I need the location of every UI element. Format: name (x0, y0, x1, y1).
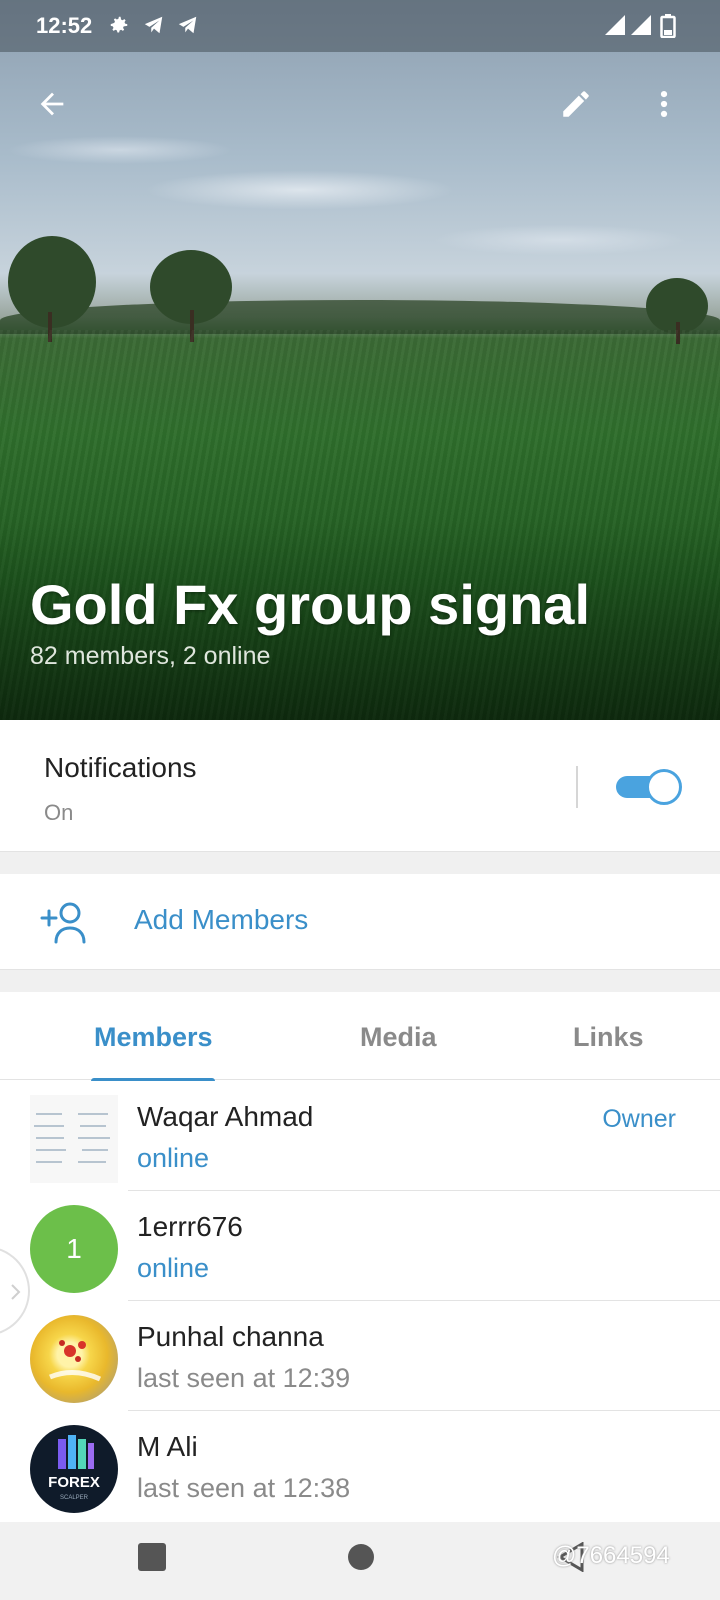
recent-apps-button[interactable] (137, 1542, 167, 1577)
home-button[interactable] (346, 1542, 376, 1577)
status-bar: 12:52 (0, 0, 720, 52)
section-divider (0, 852, 720, 874)
square-icon (138, 1543, 166, 1571)
member-row[interactable]: 1 1errr676 online (0, 1191, 720, 1301)
section-divider (0, 970, 720, 992)
member-name: M Ali (137, 1431, 198, 1462)
member-name: 1errr676 (137, 1211, 243, 1242)
member-row[interactable]: FOREX SCALPER M Ali last seen at 12:38 (0, 1411, 720, 1521)
member-status: online (137, 1143, 210, 1173)
avatar-initial: 1 (66, 1233, 82, 1264)
member-avatar[interactable]: 1 (30, 1205, 118, 1293)
member-avatar[interactable]: FOREX SCALPER (30, 1425, 118, 1513)
more-options-button[interactable] (640, 80, 688, 128)
add-members-button[interactable]: Add Members (0, 874, 720, 970)
profile-tabs: Members Media Links (0, 992, 720, 1080)
tab-members[interactable]: Members (94, 1022, 213, 1053)
group-member-count: 82 members, 2 online (30, 642, 271, 670)
add-members-label: Add Members (134, 904, 309, 935)
member-name: Punhal channa (137, 1321, 324, 1352)
tab-links[interactable]: Links (573, 1022, 644, 1053)
circle-icon (348, 1544, 374, 1570)
notifications-toggle[interactable] (614, 768, 682, 806)
member-status: online (137, 1253, 210, 1283)
edit-pencil-icon (563, 91, 589, 117)
watermark: @7664594 (552, 1542, 670, 1569)
back-button[interactable] (28, 80, 76, 128)
telegram-icon (142, 14, 166, 41)
member-row[interactable]: Waqar Ahmad online Owner (0, 1081, 720, 1191)
telegram-icon (176, 14, 200, 41)
back-arrow-icon (40, 92, 64, 116)
notifications-label: Notifications (44, 752, 197, 783)
notifications-value: On (44, 800, 74, 825)
divider (576, 766, 578, 808)
group-title: Gold Fx group signal (30, 573, 590, 636)
member-status: last seen at 12:39 (137, 1363, 351, 1393)
notifications-row[interactable]: Notifications On (0, 720, 720, 852)
member-avatar[interactable] (30, 1315, 118, 1403)
signal-icon (630, 14, 652, 41)
member-role-badge: Owner (602, 1105, 676, 1133)
member-status: last seen at 12:38 (137, 1473, 351, 1503)
svg-text:FOREX: FOREX (48, 1474, 100, 1491)
add-user-icon (40, 902, 86, 944)
svg-text:SCALPER: SCALPER (60, 1495, 89, 1501)
battery-icon (660, 14, 676, 43)
more-vert-icon (660, 90, 668, 118)
gear-icon (108, 14, 130, 41)
sky-clouds (0, 120, 720, 280)
chevron-right-icon (11, 1284, 21, 1300)
edit-button[interactable] (552, 80, 600, 128)
tree (8, 236, 96, 328)
member-avatar[interactable] (30, 1095, 118, 1183)
member-name: Waqar Ahmad (137, 1101, 314, 1132)
member-row[interactable]: Punhal channa last seen at 12:39 (0, 1301, 720, 1411)
signal-icon (604, 14, 626, 41)
treeline (0, 300, 720, 334)
tab-media[interactable]: Media (360, 1022, 437, 1053)
status-time: 12:52 (36, 13, 93, 38)
